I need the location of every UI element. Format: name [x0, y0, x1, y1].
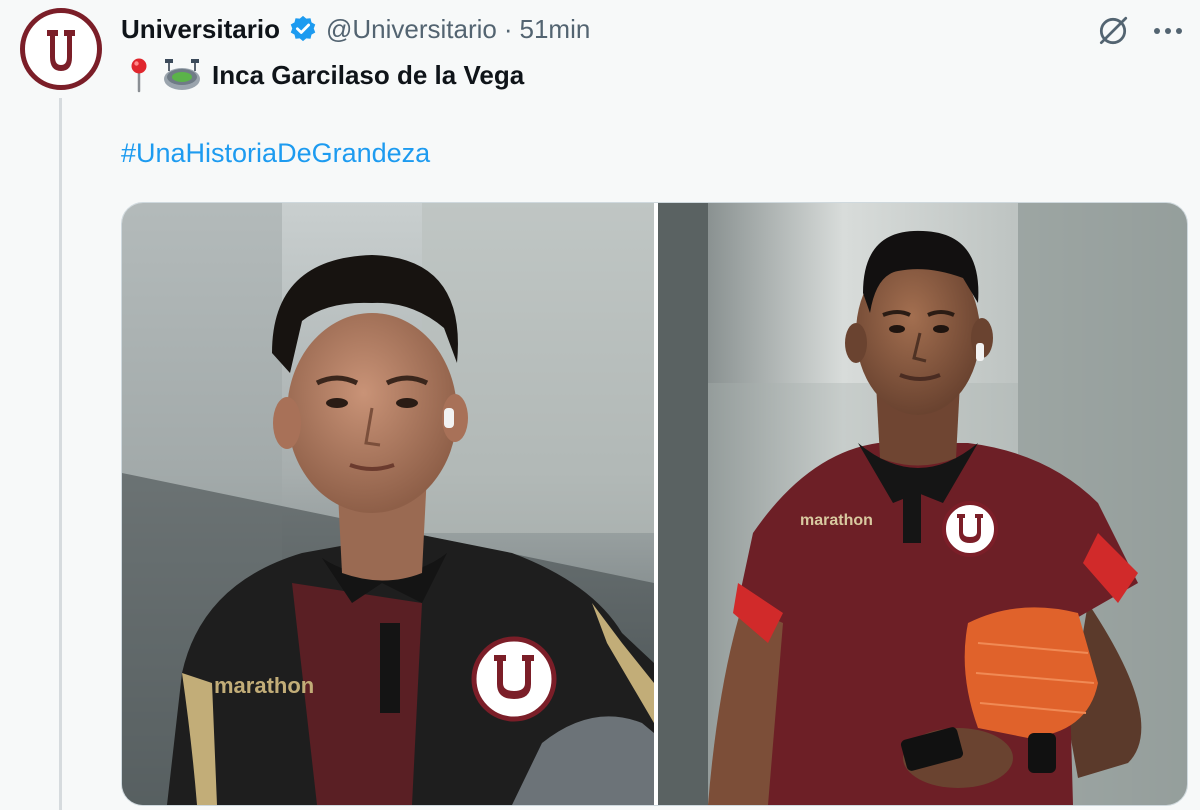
more-icon [1154, 28, 1182, 34]
tweet-header: Universitario @Universitario · 51min [121, 12, 590, 46]
handle[interactable]: @Universitario [326, 14, 497, 45]
jersey-text: marathon [214, 673, 314, 698]
grok-button[interactable] [1094, 12, 1132, 50]
location-text: Inca Garcilaso de la Vega [212, 59, 525, 90]
hashtag-link[interactable]: #UnaHistoriaDeGrandeza [121, 138, 430, 169]
timestamp[interactable]: 51min [520, 14, 591, 45]
separator: · [503, 13, 513, 44]
avatar[interactable] [20, 8, 102, 90]
thread-line [59, 98, 62, 810]
pin-icon [131, 58, 147, 93]
photo-right[interactable]: marathon [658, 203, 1187, 805]
photo-left[interactable]: marathon [122, 203, 654, 805]
verified-badge-icon [290, 15, 316, 42]
media-grid: marathon marathon [121, 202, 1188, 806]
more-button[interactable] [1148, 12, 1188, 50]
tweet-location-line: Inca Garcilaso de la Vega [128, 56, 524, 94]
display-name[interactable]: Universitario [121, 14, 280, 45]
stadium-icon [164, 59, 200, 90]
grok-icon [1099, 16, 1128, 45]
jersey-text: marathon [800, 512, 873, 529]
universitario-logo-icon [47, 30, 75, 71]
